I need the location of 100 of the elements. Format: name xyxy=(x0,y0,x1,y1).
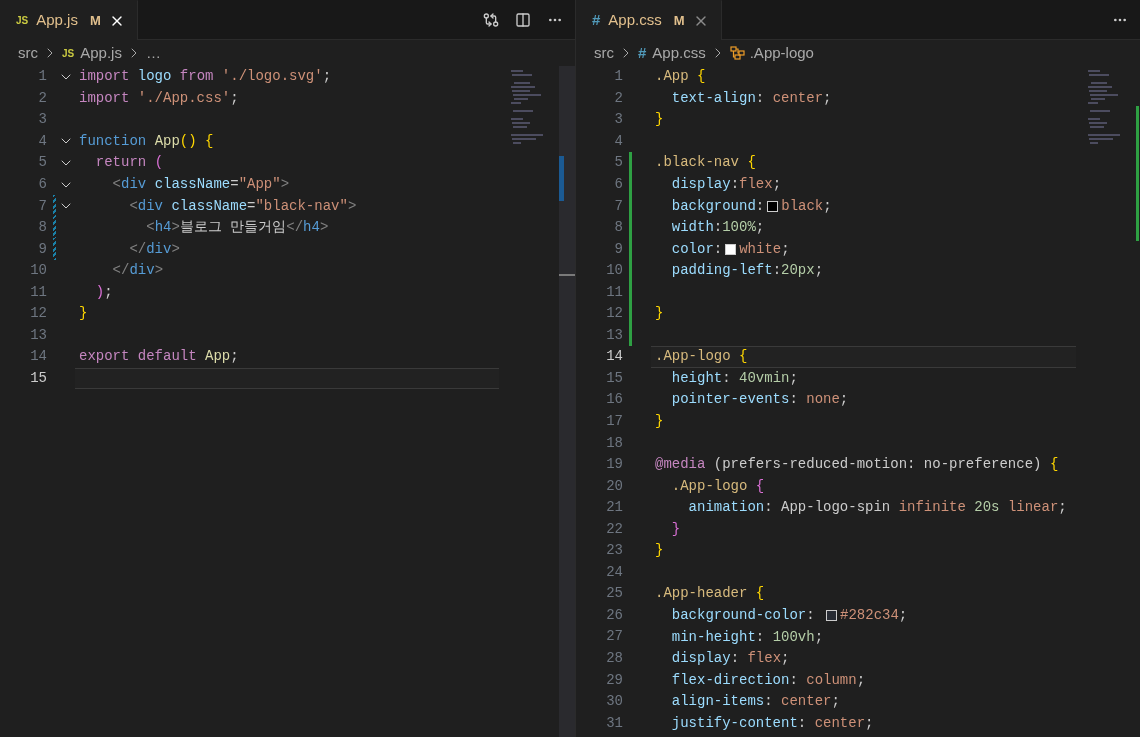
line-number: 11 xyxy=(605,282,623,302)
line-number: 5 xyxy=(613,153,623,173)
code-text: display: flex; xyxy=(670,649,790,669)
breadcrumb-item[interactable]: .App-logo xyxy=(749,41,814,65)
line-number: 1 xyxy=(613,67,623,87)
code-text: } xyxy=(670,519,681,539)
line-number: 4 xyxy=(37,131,47,151)
line-number: 13 xyxy=(605,325,623,345)
code-text: @media (prefers-reduced-motion: no-preference) { xyxy=(655,455,1059,475)
scrollbar[interactable] xyxy=(559,66,575,737)
code-text: background: xyxy=(670,196,765,216)
line-number: 30 xyxy=(605,692,623,712)
code-text: pointer-events: none; xyxy=(670,390,849,410)
line-number: 25 xyxy=(605,584,623,604)
code-text: } xyxy=(79,304,88,324)
line-number: 12 xyxy=(29,304,47,324)
line-number: 19 xyxy=(605,455,623,475)
line-number: 28 xyxy=(605,649,623,669)
line-number: 2 xyxy=(37,88,47,108)
line-number: 3 xyxy=(37,110,47,130)
line-number: 22 xyxy=(605,519,623,539)
code-text: width:100%; xyxy=(670,218,765,238)
code-text: display:flex; xyxy=(670,175,782,194)
code-text: import logo from './logo.svg'; xyxy=(79,67,332,87)
code-text: <h4>블로그 만들거임</h4> xyxy=(145,218,329,238)
line-number: 26 xyxy=(605,605,623,625)
line-number: 13 xyxy=(29,325,47,345)
code-text: export default App; xyxy=(79,347,239,367)
line-number: 8 xyxy=(37,218,47,238)
line-number: 10 xyxy=(605,261,623,281)
code-text: function App() { xyxy=(79,131,214,151)
code-text: } xyxy=(655,412,664,432)
line-number: 14 xyxy=(29,347,47,367)
line-number: 23 xyxy=(605,541,623,561)
line-number: 1 xyxy=(37,67,47,87)
line-number: 15 xyxy=(29,368,47,388)
code-text: } xyxy=(655,541,664,561)
tab-label: App.css xyxy=(608,10,662,31)
line-number: 17 xyxy=(605,412,623,431)
code-text: </div> xyxy=(128,239,180,259)
line-number: 9 xyxy=(37,239,47,259)
line-number: 16 xyxy=(605,390,623,410)
code-text: return ( xyxy=(94,153,164,173)
compare-changes-icon[interactable] xyxy=(483,11,499,28)
modified-indicator: M xyxy=(673,11,685,30)
code-text: flex-direction: column; xyxy=(670,670,866,690)
breadcrumb-item[interactable]: App.js xyxy=(80,41,122,65)
code-text: height: 40vmin; xyxy=(670,368,798,388)
code-text: .App-logo { xyxy=(670,476,765,496)
line-number: 14 xyxy=(605,347,623,367)
line-number: 18 xyxy=(605,433,623,453)
code-text: import './App.css'; xyxy=(79,88,239,108)
split-editor-icon[interactable] xyxy=(515,11,531,28)
code-text: .App-logo { xyxy=(655,347,748,367)
file-type-label: # xyxy=(592,10,601,31)
code-text: color: xyxy=(670,239,723,259)
line-number: 24 xyxy=(605,562,623,582)
breadcrumb-item[interactable]: … xyxy=(145,41,162,65)
code-text: </div> xyxy=(111,261,164,281)
code-text: align-items: center; xyxy=(670,692,840,712)
file-type-label: JS xyxy=(62,46,75,61)
line-number: 11 xyxy=(29,282,47,302)
line-number: 21 xyxy=(605,498,623,518)
line-number: 7 xyxy=(613,196,623,216)
code-text: } xyxy=(655,110,664,130)
line-number: 20 xyxy=(605,476,623,496)
color-swatch-icon[interactable] xyxy=(725,243,737,255)
color-swatch-icon[interactable] xyxy=(826,609,838,621)
breadcrumb-item[interactable]: src xyxy=(594,41,614,65)
code-text: black; xyxy=(781,196,832,216)
breadcrumb-item[interactable]: App.css xyxy=(652,41,706,65)
code-text: animation: App-logo-spin infinite 20s linear; xyxy=(687,498,1067,518)
line-number: 8 xyxy=(613,218,623,238)
editor-tab[interactable]: # App.css M xyxy=(576,0,722,40)
tab-label: App.js xyxy=(36,10,78,31)
line-number: 9 xyxy=(613,239,623,259)
line-number: 27 xyxy=(605,627,623,647)
line-number: 6 xyxy=(37,175,47,194)
color-swatch-icon[interactable] xyxy=(767,200,779,212)
code-text: .black-nav { xyxy=(655,153,756,173)
line-number: 7 xyxy=(37,196,47,216)
modified-indicator: M xyxy=(89,11,101,30)
code-text: justify-content: center; xyxy=(670,713,874,733)
line-number: 12 xyxy=(605,304,623,324)
code-text: } xyxy=(655,304,664,324)
line-number: 3 xyxy=(613,110,623,130)
line-number: 2 xyxy=(613,88,623,108)
breadcrumb-item[interactable]: src xyxy=(18,41,38,65)
code-text: white; xyxy=(739,239,790,259)
code-text: <div className="App"> xyxy=(111,175,290,194)
line-number: 29 xyxy=(605,670,623,690)
editor-tab[interactable]: JS App.js M xyxy=(0,0,138,40)
file-type-label: JS xyxy=(16,14,29,28)
symbol-class-icon xyxy=(729,46,746,60)
code-text: min-height: 100vh; xyxy=(670,627,824,647)
code-text: ); xyxy=(94,282,113,302)
line-number: 10 xyxy=(29,261,47,281)
code-text: padding-left:20px; xyxy=(670,261,824,281)
file-type-label: # xyxy=(638,42,647,63)
line-number: 5 xyxy=(37,153,47,173)
